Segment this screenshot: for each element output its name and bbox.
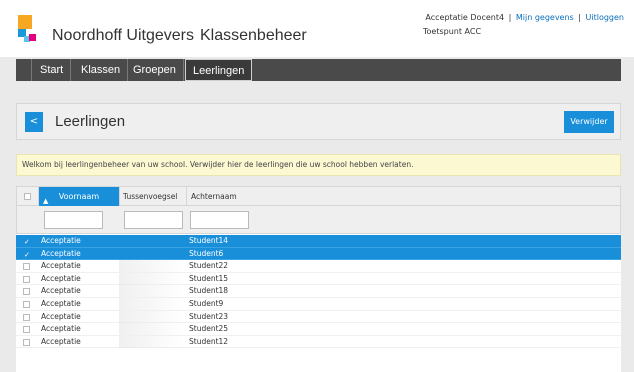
nav-item-klassen[interactable]: Klassen — [74, 59, 129, 81]
first-name-cell: Acceptatie — [41, 311, 81, 321]
table-row[interactable]: Acceptatie Student9 — [16, 297, 621, 311]
nav-item-leerlingen[interactable]: Leerlingen — [185, 59, 253, 81]
middle-name-cell — [119, 335, 185, 348]
first-name-cell: Acceptatie — [41, 286, 81, 296]
user-menu: Acceptatie Docent4 | Mijn gegevens | Uit… — [425, 13, 624, 22]
school-name: Toetspunt ACC — [423, 27, 482, 36]
table-header: ▲ Voornaam Tussenvoegsel Achternaam — [16, 186, 621, 206]
select-all-cell — [17, 187, 39, 206]
table-row[interactable]: Acceptatie Student15 — [16, 272, 621, 286]
last-name-cell: Student12 — [189, 336, 229, 346]
main-nav: Start Klassen Groepen Leerlingen — [16, 59, 621, 81]
last-name-cell: Student22 — [189, 261, 229, 271]
brand-name: Noordhoff Uitgevers — [52, 27, 194, 44]
last-name-cell: Student23 — [189, 311, 229, 321]
row-checkbox[interactable] — [23, 263, 30, 271]
middle-name-cell — [119, 260, 185, 273]
last-name-cell: Student14 — [189, 236, 229, 245]
app-title: Klassenbeheer — [200, 27, 307, 44]
column-header-last-name[interactable]: Achternaam — [188, 187, 288, 206]
delete-button[interactable]: Verwijder — [564, 111, 614, 133]
table-row[interactable]: Acceptatie Student12 — [16, 335, 621, 349]
first-name-cell: Acceptatie — [41, 336, 81, 346]
row-checkbox[interactable] — [23, 338, 30, 346]
page-header: < Leerlingen Verwijder — [16, 103, 621, 140]
column-header-middle-name[interactable]: Tussenvoegsel — [121, 187, 187, 206]
table-row[interactable]: Acceptatie Student25 — [16, 323, 621, 336]
last-name-cell: Student9 — [189, 298, 224, 308]
first-name-filter-input[interactable] — [44, 211, 103, 229]
middle-name-cell — [119, 285, 185, 298]
table-row[interactable]: Acceptatie Student22 — [16, 260, 621, 273]
table-row[interactable]: Acceptatie Student23 — [16, 310, 621, 324]
students-table: ▲ Voornaam Tussenvoegsel Achternaam ✓ Acc… — [16, 186, 621, 372]
middle-name-cell — [119, 235, 185, 247]
row-checkbox[interactable] — [23, 300, 30, 308]
row-checkbox[interactable] — [23, 313, 30, 321]
last-name-cell: Student25 — [189, 324, 229, 334]
user-name: Acceptatie Docent4 — [425, 13, 505, 22]
middle-name-cell — [119, 248, 185, 260]
row-checkbox[interactable]: ✓ — [23, 238, 30, 246]
column-label: Voornaam — [58, 192, 100, 201]
middle-name-cell — [119, 323, 185, 336]
separator: | — [578, 13, 581, 22]
table-row[interactable]: ✓ Acceptatie Student6 — [16, 247, 621, 261]
filter-row — [16, 206, 621, 234]
middle-name-cell — [119, 297, 185, 310]
last-name-cell: Student6 — [189, 248, 224, 258]
first-name-cell: Acceptatie — [41, 248, 81, 258]
select-all-checkbox[interactable] — [24, 193, 31, 200]
info-message: Welkom bij leerlingenbeheer van uw schoo… — [16, 154, 621, 176]
nav-item-groepen[interactable]: Groepen — [126, 59, 184, 81]
logout-link[interactable]: Uitloggen — [586, 13, 624, 22]
page-title: Leerlingen — [55, 113, 126, 130]
back-button[interactable]: < — [25, 112, 43, 132]
middle-name-filter-input[interactable] — [124, 211, 183, 229]
app-header: Noordhoff Uitgevers Klassenbeheer Accept… — [0, 0, 634, 57]
separator: | — [508, 13, 512, 22]
noordhoff-logo-icon — [18, 15, 46, 43]
first-name-cell: Acceptatie — [41, 324, 81, 334]
middle-name-cell — [119, 272, 185, 285]
table-row[interactable]: ✓ Acceptatie Student14 — [16, 235, 621, 248]
row-checkbox[interactable]: ✓ — [23, 250, 30, 258]
last-name-cell: Student15 — [189, 273, 229, 283]
last-name-cell: Student18 — [189, 286, 229, 296]
my-details-link[interactable]: Mijn gegevens — [516, 13, 574, 22]
table-body: ✓ Acceptatie Student14 ✓ Acceptatie Student6 A… — [16, 235, 621, 349]
column-header-first-name[interactable]: ▲ Voornaam — [39, 187, 120, 206]
first-name-cell: Acceptatie — [41, 298, 81, 308]
row-checkbox[interactable] — [23, 288, 30, 296]
nav-item-start[interactable]: Start — [33, 59, 72, 81]
table-row[interactable]: Acceptatie Student18 — [16, 285, 621, 298]
row-checkbox[interactable] — [23, 326, 30, 334]
first-name-cell: Acceptatie — [41, 261, 81, 271]
first-name-cell: Acceptatie — [41, 236, 81, 245]
row-checkbox[interactable] — [23, 275, 30, 283]
first-name-cell: Acceptatie — [41, 273, 81, 283]
last-name-filter-input[interactable] — [190, 211, 249, 229]
middle-name-cell — [119, 310, 185, 323]
